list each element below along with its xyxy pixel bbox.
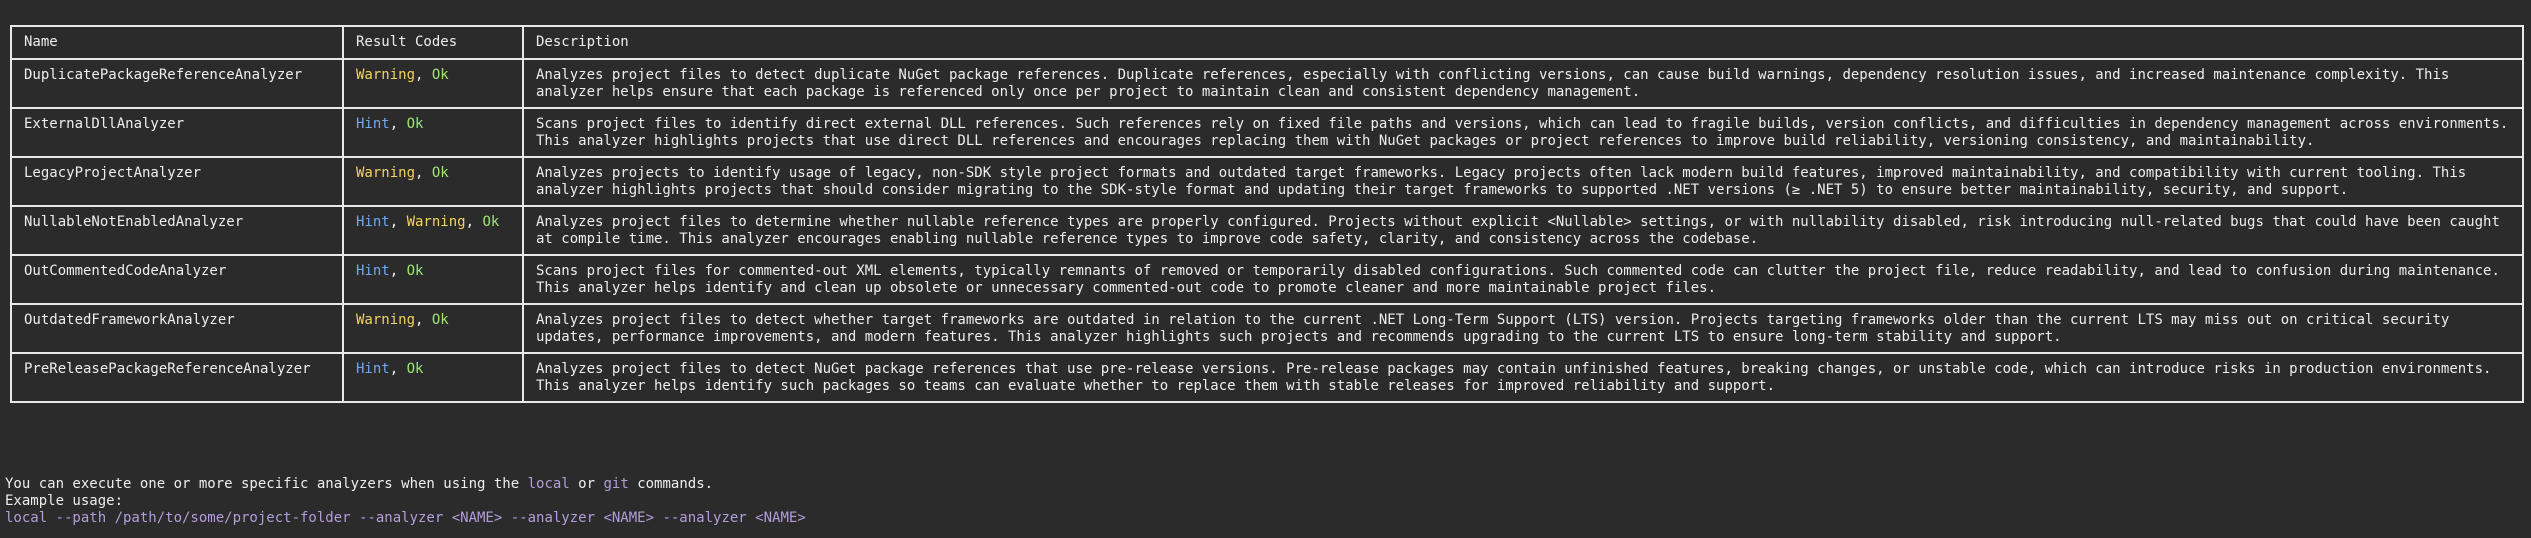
result-code-hint: Hint xyxy=(356,361,390,377)
result-code-hint: Hint xyxy=(356,116,390,132)
table-row: OutdatedFrameworkAnalyzer Warning, Ok Anal… xyxy=(10,303,2524,354)
analyzer-description: Analyzes projects to identify usage of l… xyxy=(522,156,2524,207)
result-codes: Hint, Ok xyxy=(342,254,524,305)
analyzer-name: PreReleasePackageReferenceAnalyzer xyxy=(10,352,344,403)
table-row: LegacyProjectAnalyzer Warning, Ok Analyzes… xyxy=(10,156,2524,207)
analyzer-table: Name Result Codes Description DuplicateP… xyxy=(10,25,2524,403)
result-code-hint: Hint xyxy=(356,263,390,279)
result-code-hint: Hint xyxy=(356,214,390,230)
header-description: Description xyxy=(522,25,2524,60)
result-code-warning: Warning xyxy=(356,312,416,328)
header-name: Name xyxy=(10,25,344,60)
analyzer-description: Analyzes project files to detect duplica… xyxy=(522,58,2524,109)
result-codes: Hint, Warning, Ok xyxy=(342,205,524,256)
terminal-output: Name Result Codes Description DuplicateP… xyxy=(10,25,2524,403)
analyzer-description: Analyzes project files to detect whether… xyxy=(522,303,2524,354)
result-code-ok: Ok xyxy=(431,67,449,83)
analyzer-name: DuplicatePackageReferenceAnalyzer xyxy=(10,58,344,109)
result-code-ok: Ok xyxy=(431,165,449,181)
analyzer-name: OutdatedFrameworkAnalyzer xyxy=(10,303,344,354)
result-code-warning: Warning xyxy=(356,67,416,83)
result-code-warning: Warning xyxy=(356,165,416,181)
table-header-row: Name Result Codes Description xyxy=(10,25,2524,60)
result-code-ok: Ok xyxy=(406,116,424,132)
table-row: DuplicatePackageReferenceAnalyzer Warning… xyxy=(10,58,2524,109)
table-row: PreReleasePackageReferenceAnalyzer Hint, … xyxy=(10,352,2524,403)
result-code-ok: Ok xyxy=(482,214,500,230)
result-codes: Warning, Ok xyxy=(342,303,524,354)
usage-line-1: You can execute one or more specific ana… xyxy=(5,476,714,492)
analyzer-name: ExternalDllAnalyzer xyxy=(10,107,344,158)
usage-hint: You can execute one or more specific ana… xyxy=(5,476,806,527)
table-row: ExternalDllAnalyzer Hint, Ok Scans project… xyxy=(10,107,2524,158)
analyzer-description: Analyzes project files to detect NuGet p… xyxy=(522,352,2524,403)
result-code-ok: Ok xyxy=(406,263,424,279)
result-code-ok: Ok xyxy=(431,312,449,328)
result-codes: Hint, Ok xyxy=(342,107,524,158)
analyzer-description: Scans project files to identify direct e… xyxy=(522,107,2524,158)
header-result-codes: Result Codes xyxy=(342,25,524,60)
result-codes: Warning, Ok xyxy=(342,156,524,207)
git-command: git xyxy=(603,476,629,492)
table-row: OutCommentedCodeAnalyzer Hint, Ok Scans pr… xyxy=(10,254,2524,305)
analyzer-name: LegacyProjectAnalyzer xyxy=(10,156,344,207)
local-command: local xyxy=(527,476,570,492)
analyzer-description: Analyzes project files to determine whet… xyxy=(522,205,2524,256)
example-command: local --path /path/to/some/project-folde… xyxy=(5,510,806,526)
result-code-warning: Warning xyxy=(406,214,466,230)
result-code-ok: Ok xyxy=(406,361,424,377)
usage-line-2: Example usage: xyxy=(5,493,124,509)
result-codes: Hint, Ok xyxy=(342,352,524,403)
table-row: NullableNotEnabledAnalyzer Hint, Warning,… xyxy=(10,205,2524,256)
analyzer-name: NullableNotEnabledAnalyzer xyxy=(10,205,344,256)
analyzer-description: Scans project files for commented-out XM… xyxy=(522,254,2524,305)
result-codes: Warning, Ok xyxy=(342,58,524,109)
analyzer-name: OutCommentedCodeAnalyzer xyxy=(10,254,344,305)
